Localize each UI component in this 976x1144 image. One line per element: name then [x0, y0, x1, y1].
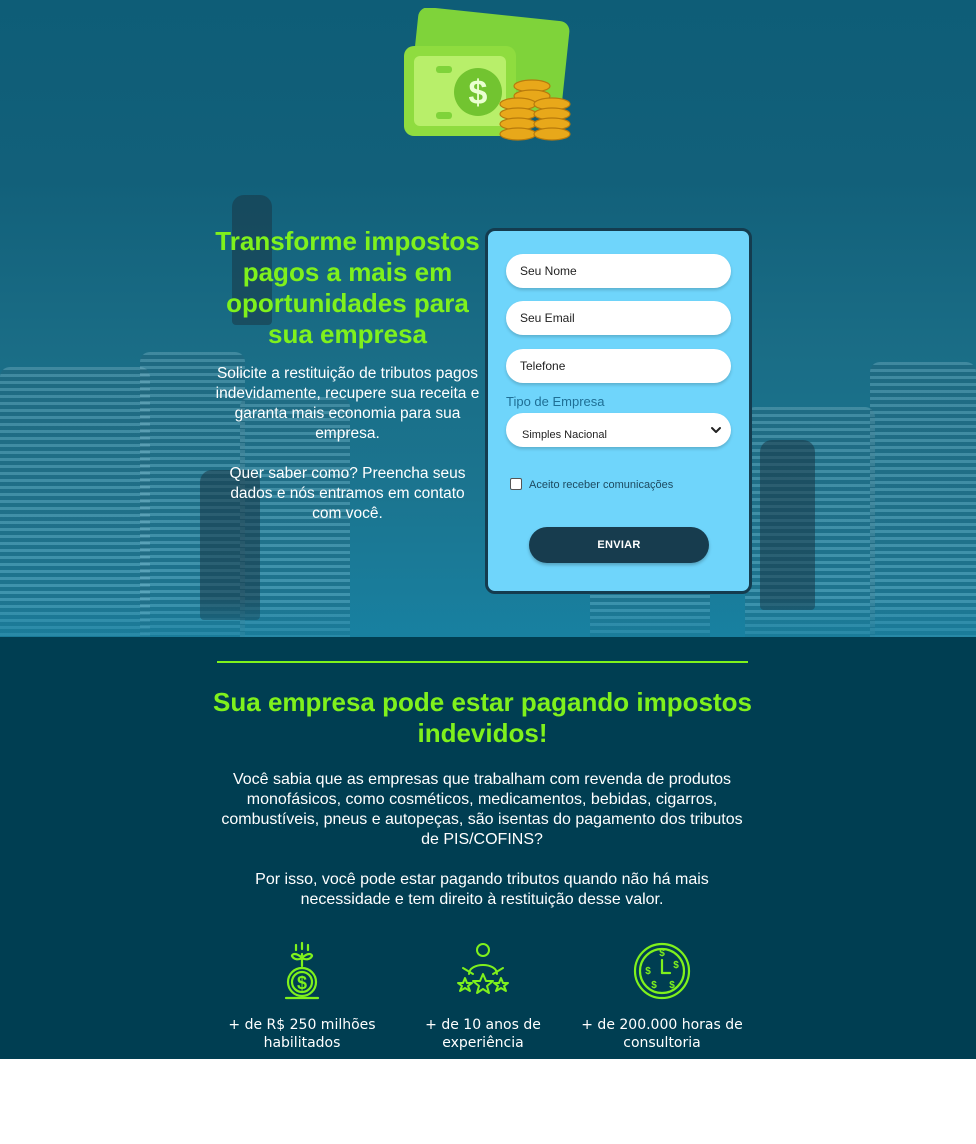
- hero-text-block: Transforme impostos pagos a mais em opor…: [215, 226, 480, 524]
- coin-stack-image: [870, 362, 976, 637]
- stat-item: $ $ $ $ $ + de 200.000 horas de consulto…: [572, 940, 752, 1052]
- phone-input[interactable]: [506, 349, 731, 383]
- info-paragraph-1: Você sabia que as empresas que trabalham…: [221, 771, 743, 848]
- divider: [217, 661, 748, 663]
- submit-button[interactable]: ENVIAR: [529, 527, 709, 563]
- hero-cta-text: Quer saber como? Preencha seus dados e n…: [229, 465, 466, 522]
- stat-label: + de 10 anos de experiência: [425, 1017, 541, 1051]
- contact-form: Tipo de Empresa Simples Nacional Aceito …: [485, 228, 752, 594]
- hero-title: Transforme impostos pagos a mais em opor…: [215, 226, 480, 349]
- stat-item: $ + de R$ 250 milhões habilitados: [212, 940, 392, 1052]
- svg-text:$: $: [651, 980, 657, 991]
- info-paragraph-2: Por isso, você pode estar pagando tribut…: [255, 871, 709, 908]
- hero-section: $ Transforme impostos pagos a mais em op…: [0, 0, 976, 637]
- money-coins-icon: $: [404, 8, 571, 141]
- chevron-down-icon: [711, 427, 721, 433]
- stat-label: + de 200.000 horas de consultoria: [581, 1017, 743, 1051]
- person-stars-icon: [457, 943, 509, 994]
- company-type-value: Simples Nacional: [522, 429, 607, 441]
- consent-checkbox[interactable]: [510, 478, 522, 490]
- info-section: Sua empresa pode estar pagando impostos …: [0, 637, 976, 1059]
- svg-text:$: $: [659, 948, 665, 959]
- svg-text:$: $: [669, 980, 675, 991]
- svg-text:$: $: [297, 973, 307, 993]
- svg-text:$: $: [469, 74, 488, 112]
- company-type-label: Tipo de Empresa: [506, 394, 605, 409]
- hero-description: Solicite a restituição de tributos pagos…: [215, 365, 480, 442]
- svg-text:$: $: [645, 966, 651, 977]
- money-clock-icon: $ $ $ $ $: [633, 942, 691, 1000]
- svg-text:$: $: [673, 960, 679, 971]
- email-input[interactable]: [506, 301, 731, 335]
- money-plant-icon: $: [284, 941, 320, 1000]
- stat-label: + de R$ 250 milhões habilitados: [228, 1017, 376, 1051]
- hero-shade: [0, 597, 976, 637]
- name-input[interactable]: [506, 254, 731, 288]
- stat-item: + de 10 anos de experiência: [393, 940, 573, 1052]
- consent-label: Aceito receber comunicações: [529, 479, 674, 491]
- company-type-select[interactable]: Simples Nacional: [506, 413, 731, 447]
- info-title: Sua empresa pode estar pagando impostos …: [213, 687, 752, 748]
- miniature-figure-image: [760, 440, 815, 610]
